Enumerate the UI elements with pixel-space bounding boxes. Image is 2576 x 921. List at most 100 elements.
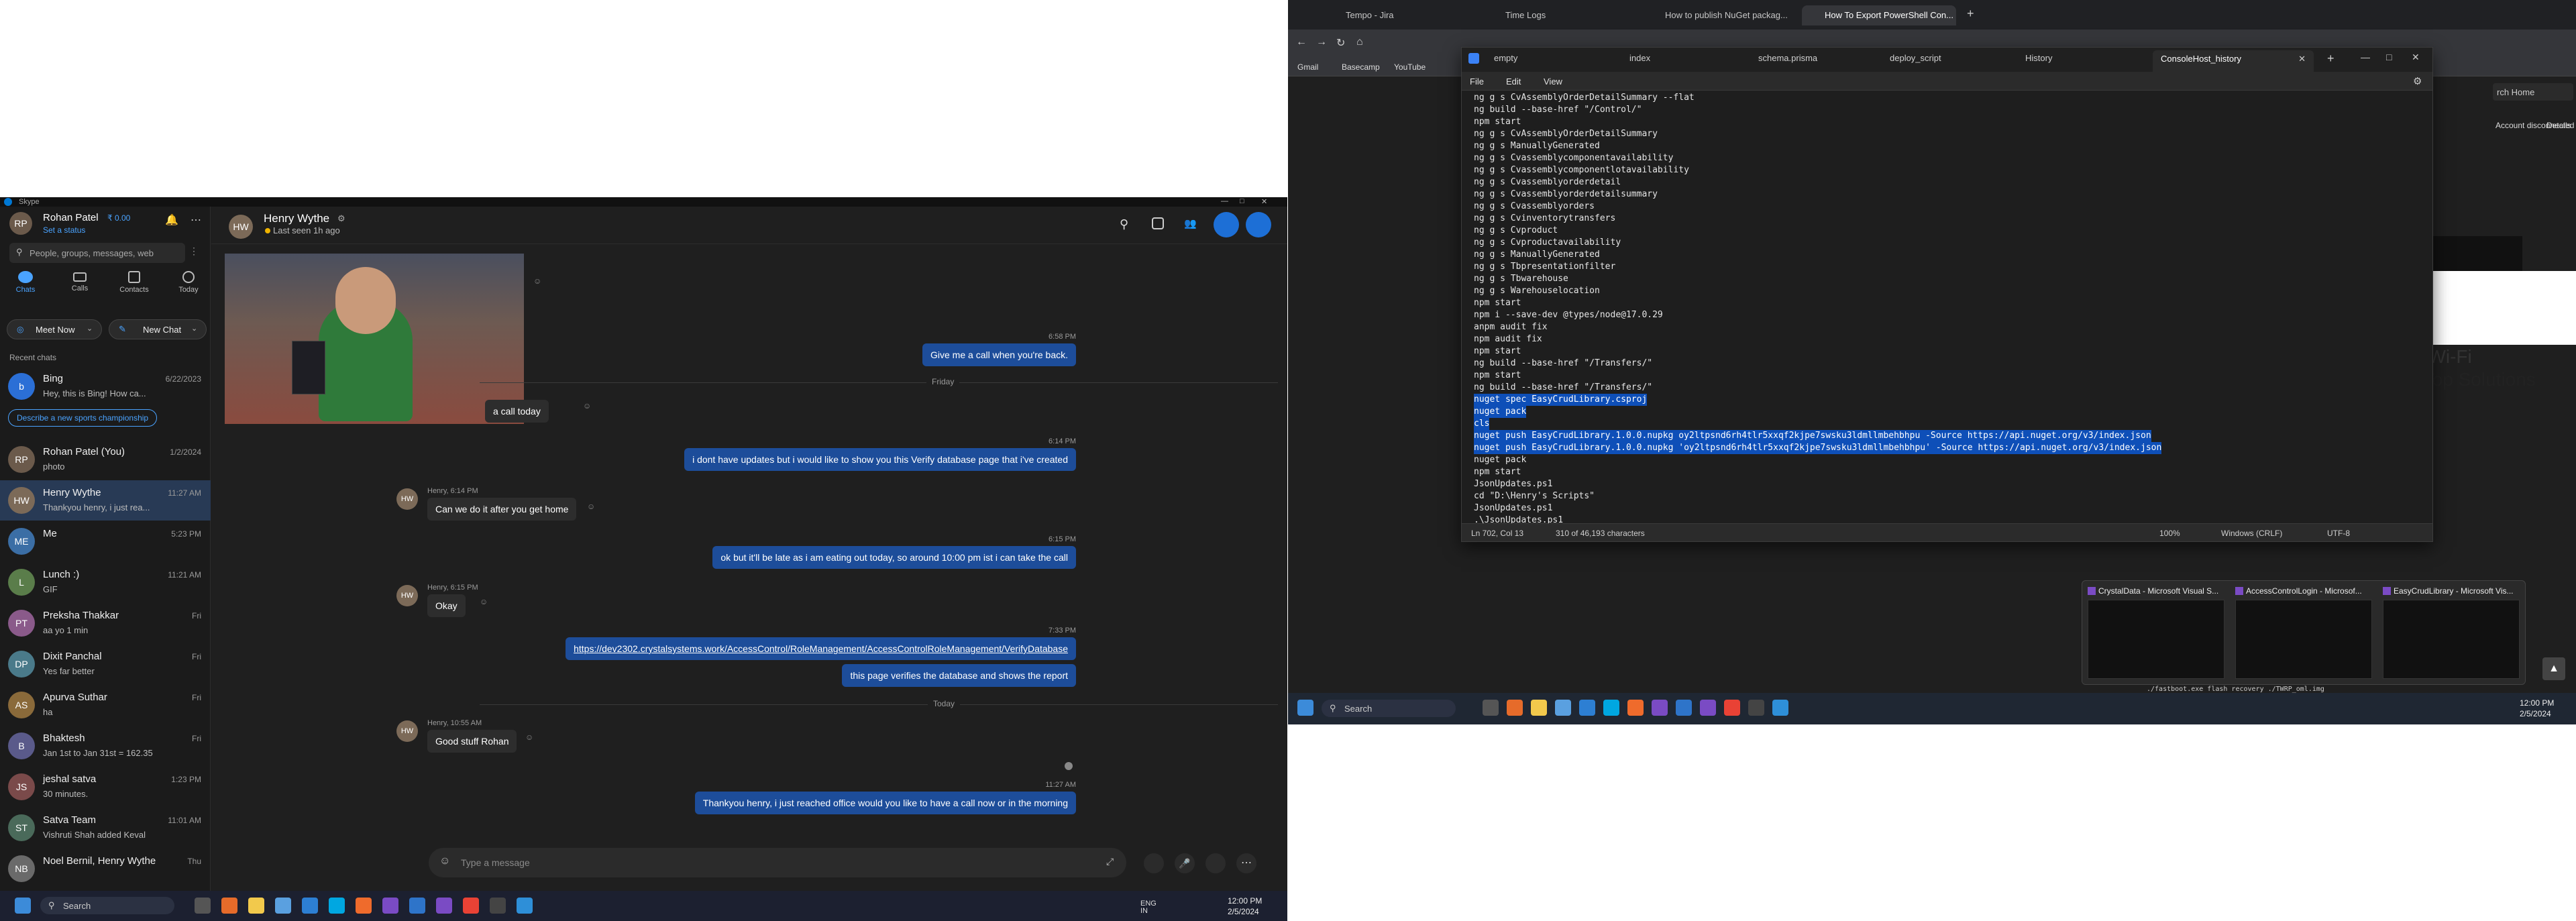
visual-studio-icon[interactable] [382,898,398,914]
message-outgoing[interactable]: i dont have updates but i would like to … [684,448,1076,471]
send-media-button[interactable] [1205,853,1226,873]
notepad-tab[interactable]: History [2025,53,2052,63]
details-button[interactable]: Details [2546,121,2571,130]
profile-header[interactable]: RP Rohan Patel ₹ 0.00 Set a status 🔔 ⋯ [0,207,211,237]
bookmark-basecamp[interactable]: Basecamp [1342,62,1380,72]
message-input[interactable]: Type a message [461,857,530,868]
browser-tab[interactable]: How to publish NuGet packag... [1642,5,1796,25]
skype-taskbar-icon[interactable] [1603,700,1619,716]
chat-list-item[interactable]: PT Preksha Thakkar aa yo 1 min Fri [0,603,211,643]
status-line-ending[interactable]: Windows (CRLF) [2221,529,2282,538]
browser-tab[interactable]: Time Logs [1483,5,1637,25]
maximize-button[interactable]: □ [1240,197,1244,205]
browser-tab-active[interactable]: How To Export PowerShell Con... [1802,5,1956,25]
task-view-icon[interactable] [195,898,211,914]
postman-icon[interactable] [1627,700,1644,716]
chat-list-item[interactable]: B Bhaktesh Jan 1st to Jan 31st = 162.35 Fri [0,726,211,766]
photos-icon[interactable] [1555,700,1571,716]
file-explorer-icon[interactable] [248,898,264,914]
emoji-icon[interactable]: ☺ [439,855,450,867]
attach-file-button[interactable] [1144,853,1164,873]
clock-date[interactable]: 2/5/2024 [2520,709,2551,718]
message-outgoing[interactable]: Give me a call when you're back. [922,343,1076,366]
message-outgoing[interactable]: this page verifies the database and show… [842,664,1076,687]
maximize-button[interactable]: □ [2386,52,2392,62]
tab-today[interactable]: Today [172,271,205,294]
message-incoming[interactable]: a call today [485,400,549,423]
chat-list-item[interactable]: DP Dixit Panchal Yes far better Fri [0,644,211,684]
minimize-button[interactable]: — [1221,197,1228,205]
bell-icon[interactable]: 🔔 [165,213,178,227]
home-icon[interactable]: ⌂ [1356,36,1363,48]
meet-now-button[interactable]: ◎ Meet Now ⌄ [7,319,102,339]
sender-avatar[interactable]: HW [396,720,418,742]
chat-list-item[interactable]: AS Apurva Suthar ha Fri [0,685,211,725]
menu-view[interactable]: View [1544,76,1562,87]
clock-time[interactable]: 12:00 PM [1228,896,1262,906]
sender-avatar[interactable]: HW [396,585,418,606]
close-button[interactable]: ✕ [2412,52,2420,63]
chat-list-item[interactable]: ME Me 5:23 PM [0,521,211,561]
visual-studio-icon[interactable] [436,898,452,914]
terminal-icon[interactable] [490,898,506,914]
tab-chats[interactable]: Chats [9,271,42,294]
new-chat-button[interactable]: ✎ New Chat ⌄ [109,319,207,339]
windows-start-icon[interactable] [15,898,31,914]
chat-list-item[interactable]: L Lunch :) GIF 11:21 AM [0,562,211,602]
minimize-button[interactable]: — [2361,52,2370,62]
notepad-editor[interactable]: ng g s CvAssemblyOrderDetailSummary --fl… [1462,91,2432,523]
set-status-link[interactable]: Set a status [43,225,85,235]
bookmark-gmail[interactable]: Gmail [1297,62,1318,72]
search-input[interactable]: ⚲ People, groups, messages, web [9,243,185,263]
emoji-react-icon[interactable]: ☺ [480,597,488,606]
clock-time[interactable]: 12:00 PM [2520,698,2554,708]
app-icon[interactable] [1676,700,1692,716]
windows-start-icon[interactable] [1297,700,1313,716]
app-icon[interactable] [1772,700,1788,716]
firefox-icon[interactable] [1507,700,1523,716]
visual-studio-icon[interactable] [1652,700,1668,716]
microphone-icon[interactable]: 🎤 [1175,853,1195,873]
scroll-top-icon[interactable]: ▲ [2542,657,2565,680]
skype-taskbar-icon[interactable] [329,898,345,914]
status-encoding[interactable]: UTF-8 [2327,529,2350,538]
notepad-tab[interactable]: empty [1494,53,1517,63]
edge-icon[interactable] [1579,700,1595,716]
thumbnail-window[interactable]: AccessControlLogin - Microsof... [2234,585,2373,682]
menu-edit[interactable]: Edit [1506,76,1521,87]
chat-list-item[interactable]: NB Noel Bernil, Henry Wythe Thu [0,849,211,889]
chrome-icon[interactable] [1724,700,1740,716]
emoji-react-icon[interactable]: ☺ [525,733,533,742]
photos-icon[interactable] [275,898,291,914]
language-indicator[interactable]: ENG IN [1140,900,1157,915]
firefox-icon[interactable] [221,898,237,914]
taskbar-search[interactable]: ⚲ Search [1322,700,1456,717]
message-outgoing[interactable]: ok but it'll be late as i am eating out … [712,546,1076,569]
new-tab-button[interactable]: + [2327,52,2334,66]
message-composer[interactable]: ☺ Type a message ⤢ [429,848,1126,877]
more-options-icon[interactable]: ⋯ [191,213,201,227]
thumbnail-window[interactable]: EasyCrudLibrary - Microsoft Vis... [2381,585,2521,682]
notepad-tab[interactable]: deploy_script [1890,53,1941,63]
notepad-tab-active[interactable]: ConsoleHost_history ✕ [2153,50,2314,72]
reload-icon[interactable]: ↻ [1336,36,1345,50]
dialpad-icon[interactable]: ⋮ [189,246,199,257]
profile-credit[interactable]: ₹ 0.00 [107,213,130,223]
edge-icon[interactable] [302,898,318,914]
status-zoom[interactable]: 100% [2159,529,2180,538]
message-link[interactable]: https://dev2302.crystalsystems.work/Acce… [566,637,1076,660]
chat-list-item[interactable]: ST Satva Team Vishruti Shah added Keval 11:… [0,808,211,848]
sender-avatar[interactable]: HW [396,488,418,510]
thumbnail-window[interactable]: CrystalData - Microsoft Visual S... [2086,585,2226,682]
message-incoming[interactable]: Okay [427,594,466,617]
notepad-tab[interactable]: schema.prisma [1758,53,1817,63]
task-view-icon[interactable] [1483,700,1499,716]
menu-file[interactable]: File [1470,76,1484,87]
app-icon[interactable] [517,898,533,914]
settings-gear-icon[interactable]: ⚙ [2413,75,2422,87]
close-button[interactable]: ✕ [1261,197,1267,206]
clock-date[interactable]: 2/5/2024 [1228,907,1259,916]
message-outgoing[interactable]: Thankyou henry, i just reached office wo… [694,792,1076,814]
message-incoming[interactable]: Can we do it after you get home [427,498,577,521]
bookmark-youtube[interactable]: YouTube [1394,62,1426,72]
